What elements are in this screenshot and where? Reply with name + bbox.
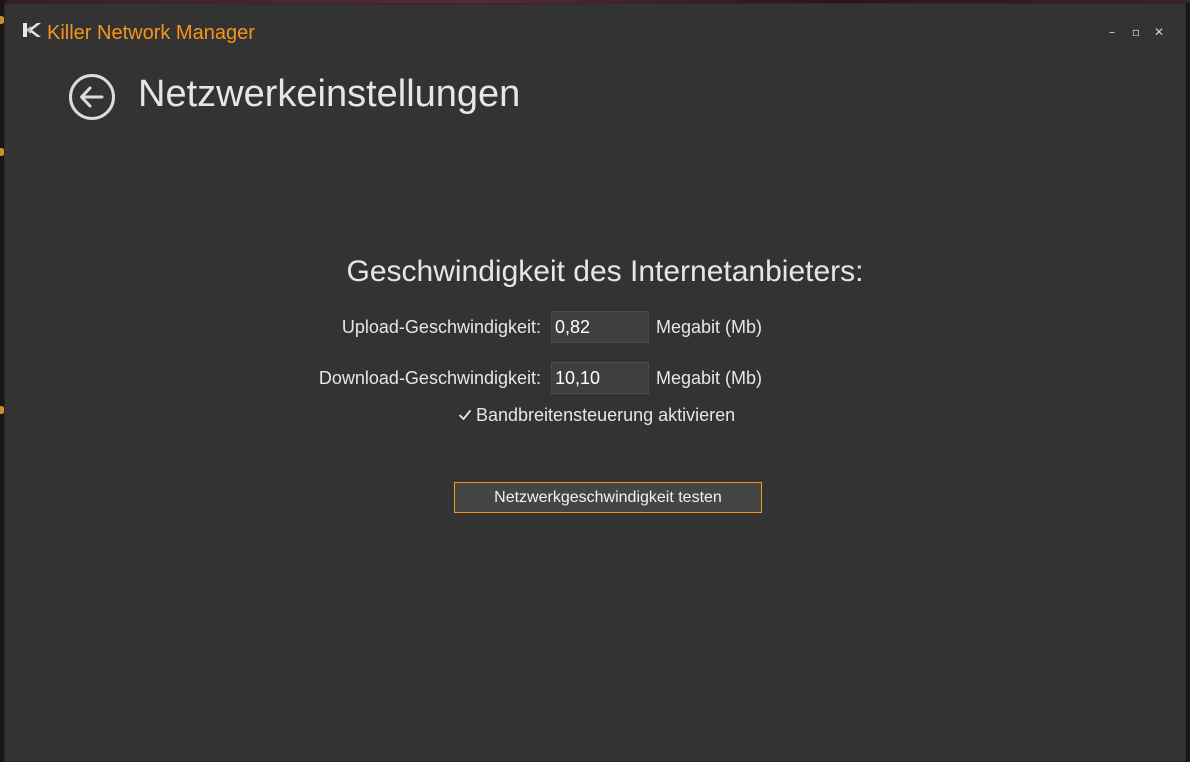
killer-logo-icon bbox=[23, 23, 41, 37]
upload-unit-label: Megabit (Mb) bbox=[656, 317, 763, 337]
download-speed-input[interactable] bbox=[551, 362, 649, 394]
close-button[interactable]: ✕ bbox=[1149, 22, 1169, 42]
checkmark-icon bbox=[459, 410, 471, 420]
minimize-button[interactable]: – bbox=[1102, 22, 1122, 42]
back-button[interactable] bbox=[68, 73, 116, 121]
bandwidth-control-checkbox[interactable]: Bandbreitensteuerung aktivieren bbox=[458, 403, 735, 427]
maximize-button[interactable]: ▫ bbox=[1126, 22, 1146, 42]
download-speed-label: Download-Geschwindigkeit: bbox=[318, 368, 541, 388]
app-title: Killer Network Manager bbox=[47, 22, 255, 44]
upload-speed-input[interactable] bbox=[551, 311, 649, 343]
test-network-speed-button[interactable]: Netzwerkgeschwindigkeit testen bbox=[454, 482, 762, 513]
bandwidth-control-label: Bandbreitensteuerung aktivieren bbox=[476, 405, 736, 425]
title-bar[interactable]: Killer Network Manager – ▫ ✕ bbox=[5, 4, 1185, 44]
speed-section-heading: Geschwindigkeit des Internetanbieters: bbox=[346, 255, 864, 288]
arrow-left-circle-icon bbox=[69, 74, 115, 120]
page-title: Netzwerkeinstellungen bbox=[138, 73, 521, 115]
download-unit-label: Megabit (Mb) bbox=[656, 368, 763, 388]
upload-speed-label: Upload-Geschwindigkeit: bbox=[341, 317, 541, 337]
app-window: Killer Network Manager – ▫ ✕ Netzwerkein… bbox=[4, 3, 1186, 762]
